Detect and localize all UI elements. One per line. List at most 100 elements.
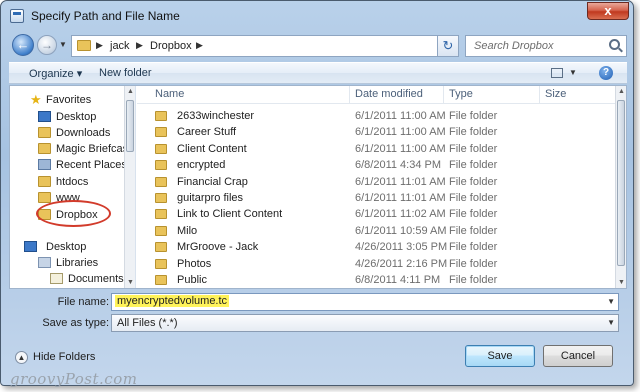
chevron-right-icon[interactable]: ▶	[96, 40, 103, 51]
recent-locations-dropdown[interactable]: ▼	[59, 40, 67, 49]
view-options-dropdown[interactable]: ▼	[569, 68, 577, 77]
column-header-row: Name Date modified Type Size	[137, 86, 615, 104]
recent-places-icon	[38, 159, 51, 170]
file-row[interactable]: Career Stuff 6/1/2011 11:00 AM File folder	[137, 124, 615, 140]
file-row[interactable]: Photos 4/26/2011 2:16 PM File folder	[137, 256, 615, 272]
folder-icon	[38, 127, 51, 138]
filename-label: File name:	[57, 296, 109, 308]
file-list-scrollbar[interactable]: ▲ ▼	[615, 86, 626, 288]
file-type: File folder	[449, 159, 498, 172]
file-row[interactable]: MrGroove - Jack 4/26/2011 3:05 PM File fol…	[137, 239, 615, 255]
file-date: 4/26/2011 3:05 PM	[355, 241, 448, 254]
chevron-right-icon[interactable]: ▶	[196, 40, 203, 51]
file-type: File folder	[449, 142, 498, 155]
file-row[interactable]: guitarpro files 6/1/2011 11:01 AM File fol…	[137, 190, 615, 206]
scroll-thumb[interactable]	[617, 100, 625, 266]
file-name: encrypted	[177, 159, 226, 172]
folder-icon	[155, 275, 167, 285]
star-icon: ★	[30, 92, 42, 107]
file-row[interactable]: Public 6/8/2011 4:11 PM File folder	[137, 272, 615, 288]
savetype-select[interactable]: All Files (*.*) ▼	[111, 314, 619, 332]
scroll-down-arrow-icon[interactable]: ▼	[618, 279, 625, 286]
nav-item-recent-places[interactable]: Recent Places	[10, 157, 127, 173]
file-date: 6/1/2011 10:59 AM	[355, 224, 447, 237]
nav-item-documents[interactable]: Documents	[10, 271, 124, 287]
column-header-date[interactable]: Date modified	[355, 88, 423, 100]
file-date: 6/1/2011 11:01 AM	[355, 192, 446, 204]
filename-value: myencryptedvolume.tc	[115, 295, 230, 307]
help-icon[interactable]: ?	[599, 66, 613, 80]
file-name: guitarpro files	[177, 192, 244, 204]
folder-icon	[155, 242, 167, 253]
title-bar: Specify Path and File Name x	[1, 1, 635, 29]
hide-folders-label: Hide Folders	[33, 351, 96, 363]
savetype-label: Save as type:	[42, 317, 109, 329]
nav-item-libraries[interactable]: Libraries	[10, 255, 122, 271]
address-bar[interactable]: ▶ jack ▶ Dropbox ▶ ▼	[71, 35, 457, 57]
command-toolbar: Organize ▾ New folder ▼ ?	[9, 62, 627, 84]
change-view-icon[interactable]	[551, 68, 563, 78]
scroll-up-arrow-icon[interactable]: ▲	[127, 88, 134, 95]
scroll-thumb[interactable]	[126, 100, 134, 152]
file-name: 2633winchester	[177, 110, 255, 122]
folder-icon	[155, 209, 167, 220]
nav-item-downloads[interactable]: Downloads	[10, 125, 122, 141]
chevron-right-icon[interactable]: ▶	[136, 40, 143, 51]
file-row[interactable]: Financial Crap 6/1/2011 11:01 AM File fold…	[137, 174, 615, 190]
filename-input[interactable]: myencryptedvolume.tc ▼	[111, 293, 619, 311]
folder-icon	[155, 127, 167, 138]
folder-icon	[38, 143, 51, 154]
breadcrumb-jack[interactable]: jack	[110, 40, 130, 52]
column-header-name[interactable]: Name	[155, 88, 184, 100]
column-divider[interactable]	[539, 86, 540, 104]
cancel-button[interactable]: Cancel	[543, 345, 613, 367]
nav-item-desktop[interactable]: Desktop	[10, 109, 122, 125]
nav-item-htdocs[interactable]: htdocs	[10, 174, 122, 190]
column-header-type[interactable]: Type	[449, 88, 473, 100]
scroll-down-arrow-icon[interactable]: ▼	[127, 279, 134, 286]
documents-icon	[50, 273, 63, 284]
scroll-up-arrow-icon[interactable]: ▲	[618, 88, 625, 95]
file-name: Link to Client Content	[177, 208, 283, 221]
chevron-down-icon[interactable]: ▼	[607, 318, 615, 327]
file-row[interactable]: 2633winchester 6/1/2011 11:00 AM File fold…	[137, 108, 615, 124]
file-name: Milo	[177, 224, 198, 237]
file-name: Career Stuff	[177, 126, 237, 139]
file-type: File folder	[449, 224, 498, 237]
address-row: ← → ▼ ▶ jack ▶ Dropbox ▶ ▼ ↻ Search Drop…	[9, 33, 629, 59]
nav-item-desktop-root[interactable]: Desktop	[10, 239, 122, 255]
refresh-icon[interactable]: ↻	[437, 35, 459, 57]
folder-icon	[38, 192, 51, 203]
nav-scrollbar[interactable]: ▲ ▼	[124, 86, 135, 288]
file-date: 6/8/2011 4:11 PM	[355, 274, 441, 286]
nav-item-label: Favorites	[46, 94, 92, 106]
breadcrumb-dropbox[interactable]: Dropbox	[150, 40, 192, 52]
file-row[interactable]: encrypted 6/8/2011 4:34 PM File folder	[137, 157, 615, 173]
file-type: File folder	[449, 175, 498, 188]
file-row[interactable]: Milo 6/1/2011 10:59 AM File folder	[137, 223, 615, 239]
nav-item-label: Downloads	[56, 127, 111, 139]
save-button[interactable]: Save	[465, 345, 535, 367]
file-type: File folder	[449, 110, 498, 122]
search-input[interactable]: Search Dropbox	[465, 35, 627, 57]
nav-item-label: Libraries	[56, 257, 99, 269]
filename-history-dropdown[interactable]: ▼	[607, 297, 615, 306]
forward-button[interactable]: →	[37, 35, 57, 55]
file-name: Client Content	[177, 142, 247, 155]
file-row[interactable]: Client Content 6/1/2011 11:00 AM File fold…	[137, 141, 615, 157]
file-row[interactable]: Link to Client Content 6/1/2011 11:02 AM F…	[137, 206, 615, 222]
nav-item-favorites[interactable]: ★ Favorites	[10, 92, 122, 108]
organize-button[interactable]: Organize ▾	[29, 67, 82, 80]
file-list: Name Date modified Type Size 2633winches…	[137, 86, 626, 288]
column-header-size[interactable]: Size	[545, 88, 566, 100]
new-folder-button[interactable]: New folder	[99, 67, 152, 79]
desktop-icon	[24, 241, 37, 252]
column-divider[interactable]	[443, 86, 444, 104]
window-title: Specify Path and File Name	[31, 9, 180, 23]
column-divider[interactable]	[349, 86, 350, 104]
navigation-pane: ★ Favorites Desktop Downloads Magic Brie…	[10, 86, 136, 288]
file-type: File folder	[449, 126, 498, 139]
back-button[interactable]: ←	[12, 34, 34, 56]
nav-item-magic-briefcase[interactable]: Magic Briefcase	[10, 141, 134, 157]
close-button[interactable]: x	[587, 2, 629, 20]
